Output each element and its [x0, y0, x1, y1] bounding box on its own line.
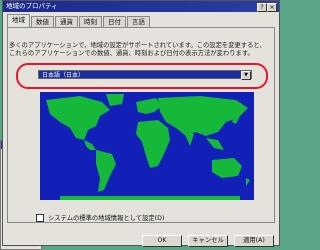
dialog-titlebar: 地域のプロパティ ? ×: [3, 1, 279, 12]
dialog-title: 地域のプロパティ: [6, 2, 58, 10]
set-default-row: システムの標準の地域情報として設定(D): [36, 213, 164, 222]
world-map-image: [40, 92, 254, 200]
tab-region[interactable]: 地域: [7, 14, 30, 28]
ok-button[interactable]: OK: [142, 235, 182, 247]
red-highlight-annotation: [16, 63, 268, 89]
help-button[interactable]: ?: [257, 3, 267, 12]
world-map[interactable]: [40, 92, 254, 200]
set-default-label: システムの標準の地域情報として設定(D): [48, 215, 165, 222]
apply-button[interactable]: 適用(A): [234, 235, 274, 247]
set-default-checkbox[interactable]: [36, 213, 44, 222]
dialog-buttons: OK キャンセル 適用(A): [136, 235, 274, 247]
cancel-button[interactable]: キャンセル: [188, 235, 228, 247]
close-button[interactable]: ×: [267, 3, 277, 12]
description-text: 多くのアプリケーションで、地域の設定がサポートされています。この設定を変更すると…: [9, 42, 266, 57]
